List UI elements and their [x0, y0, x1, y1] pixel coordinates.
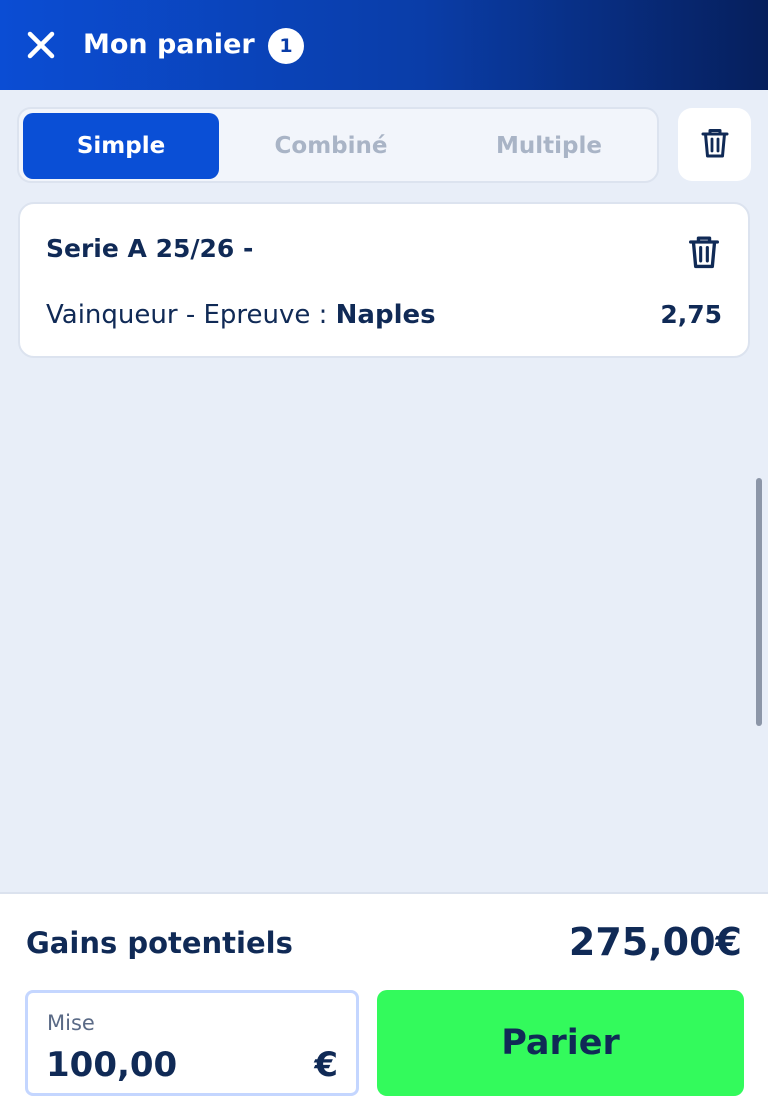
bet-footer: Gains potentiels 275,00€ Mise 100,00 € P…	[0, 892, 768, 1100]
tab-simple[interactable]: Simple	[23, 113, 219, 179]
bet-market-label: Vainqueur - Epreuve :	[46, 300, 336, 330]
trash-icon[interactable]	[684, 232, 724, 272]
bet-market: Vainqueur - Epreuve : Naples	[46, 300, 436, 330]
cart-count-badge: 1	[268, 28, 304, 64]
stake-label: Mise	[47, 1011, 95, 1035]
page-title: Mon panier	[83, 29, 255, 60]
tab-combine[interactable]: Combiné	[231, 113, 431, 179]
stake-input[interactable]: Mise 100,00 €	[25, 990, 359, 1096]
header-bar: Mon panier 1	[0, 0, 768, 90]
bet-type-tabs: Simple Combiné Multiple	[17, 107, 659, 183]
clear-cart-button[interactable]	[678, 108, 751, 181]
stake-value[interactable]: 100,00	[46, 1045, 177, 1085]
currency-symbol: €	[314, 1045, 338, 1085]
bet-odds: 2,75	[660, 300, 722, 329]
potential-gains-label: Gains potentiels	[26, 926, 293, 960]
trash-icon	[697, 125, 733, 165]
bet-card: Serie A 25/26 - Vainqueur - Epreuve : Na…	[18, 202, 750, 358]
close-icon[interactable]	[22, 26, 60, 64]
scrollbar[interactable]	[756, 478, 762, 726]
tab-multiple[interactable]: Multiple	[447, 113, 651, 179]
bet-selection: Naples	[335, 300, 436, 330]
potential-gains-value: 275,00€	[568, 920, 742, 964]
bet-event-title: Serie A 25/26 -	[46, 234, 254, 263]
place-bet-button[interactable]: Parier	[377, 990, 744, 1096]
